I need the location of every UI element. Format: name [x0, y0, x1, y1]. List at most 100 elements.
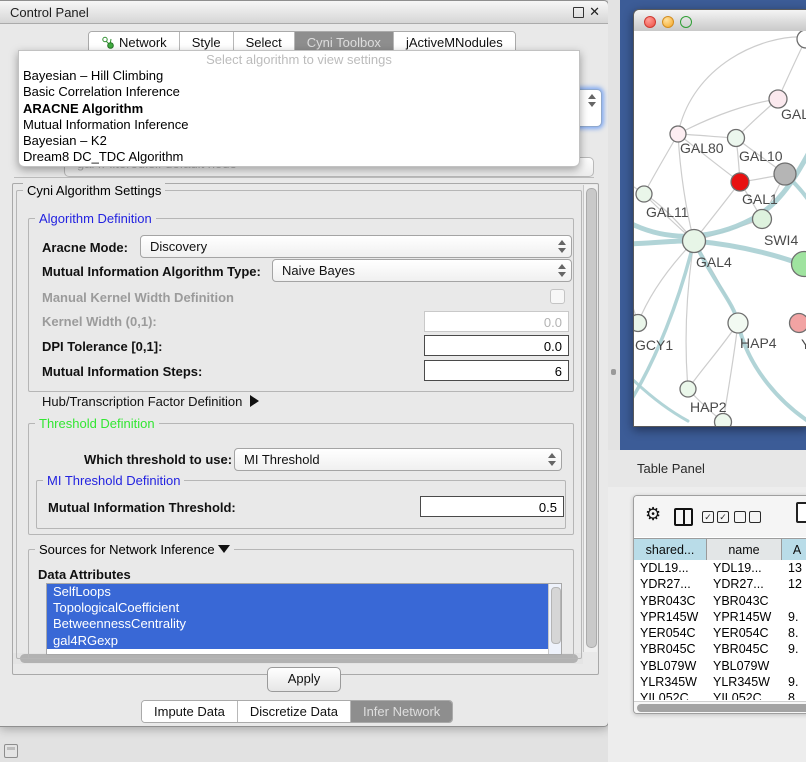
close-icon[interactable]: ✕ — [589, 4, 600, 20]
network-node[interactable] — [636, 186, 652, 202]
network-window-titlebar[interactable] — [634, 10, 806, 32]
mi-threshold-input[interactable]: 0.5 — [420, 496, 564, 517]
tab-label: Cyni Toolbox — [307, 35, 381, 50]
algorithm-option-bayesian-k2[interactable]: Bayesian – K2 — [19, 133, 579, 149]
network-graph[interactable]: GALGAL80GAL10GAL1GAL11SWI4GAL4GCY1HAP4YH… — [634, 31, 806, 426]
gear-icon[interactable]: ⚙ — [645, 504, 661, 525]
which-threshold-combo[interactable]: MI Threshold — [234, 448, 562, 471]
network-node[interactable] — [792, 252, 806, 277]
unchecked-columns-icon[interactable] — [734, 511, 761, 523]
data-attributes-label: Data Attributes — [38, 567, 131, 582]
table-panel-title: Table Panel — [637, 461, 705, 476]
control-panel-titlebar[interactable]: Control Panel ✕ — [0, 1, 608, 24]
checked-columns-icon[interactable]: ✓✓ — [702, 511, 729, 523]
vertical-scrollbar[interactable] — [583, 185, 597, 652]
table-toolbar: ⚙ ✓✓ — [634, 496, 806, 537]
network-view-window[interactable]: GALGAL80GAL10GAL1GAL11SWI4GAL4GCY1HAP4YH… — [633, 9, 806, 427]
minimized-panel-icon[interactable] — [4, 744, 18, 758]
mi-steps-input[interactable]: 6 — [424, 360, 569, 381]
algorithm-option-mutual-information-inference[interactable]: Mutual Information Inference — [19, 117, 579, 133]
page-icon[interactable] — [796, 502, 806, 523]
network-node[interactable] — [683, 230, 706, 253]
network-node[interactable] — [797, 31, 806, 48]
table-horizontal-scrollbar[interactable] — [634, 701, 806, 713]
which-threshold-label: Which threshold to use: — [84, 452, 232, 467]
column-header-name[interactable]: name — [707, 539, 782, 560]
table-row[interactable]: YBL079WYBL079W — [634, 658, 806, 674]
mi-algorithm-type-combo[interactable]: Naive Bayes — [272, 259, 572, 282]
network-node[interactable] — [774, 163, 796, 185]
divider-handle[interactable] — [611, 369, 616, 375]
column-header-shared[interactable]: shared... — [634, 539, 707, 560]
table-cell: YBL079W — [634, 658, 707, 674]
network-edge[interactable] — [678, 99, 778, 134]
algorithm-option-basic-correlation-inference[interactable]: Basic Correlation Inference — [19, 84, 579, 100]
table-cell: YER054C — [634, 625, 707, 641]
kernel-width-input[interactable]: 0.0 — [424, 311, 569, 332]
node-label-gal10: GAL10 — [739, 148, 783, 164]
table-row[interactable]: YER054CYER054C8. — [634, 625, 806, 641]
hub-definition-toggle[interactable]: Hub/Transcription Factor Definition — [42, 394, 259, 409]
table-row[interactable]: YBR045CYBR045C9. — [634, 641, 806, 657]
network-node[interactable] — [680, 381, 696, 397]
network-edge[interactable] — [644, 134, 678, 194]
attribute-item-gal4rgexp[interactable]: gal4RGexp — [47, 633, 561, 649]
table-row[interactable]: YIL052CYIL052C8. — [634, 690, 806, 700]
bottom-tab-discretize-data[interactable]: Discretize Data — [238, 701, 351, 722]
network-node[interactable] — [731, 173, 749, 191]
bottom-tab-infer-network[interactable]: Infer Network — [351, 701, 452, 722]
tab-label: jActiveMNodules — [406, 35, 503, 50]
float-window-icon[interactable] — [573, 7, 584, 18]
table-row[interactable]: YDL19...YDL19...13 — [634, 560, 806, 576]
network-node[interactable] — [790, 314, 806, 333]
table-row[interactable]: YPR145WYPR145W9. — [634, 609, 806, 625]
table-row[interactable]: YDR27...YDR27...12 — [634, 576, 806, 592]
tab-label: Select — [246, 35, 282, 50]
network-node[interactable] — [715, 414, 732, 427]
algorithm-dropdown-popup: Select algorithm to view settings Bayesi… — [18, 50, 580, 167]
attribute-item-betweennesscentrality[interactable]: BetweennessCentrality — [47, 616, 561, 632]
table-cell: 8. — [782, 625, 806, 641]
attribute-item-selfloops[interactable]: SelfLoops — [47, 584, 561, 600]
node-label-gal4: GAL4 — [696, 254, 732, 270]
network-node[interactable] — [728, 130, 745, 147]
mi-threshold-label: Mutual Information Threshold: — [48, 500, 236, 515]
table-row[interactable]: YLR345WYLR345W9. — [634, 674, 806, 690]
algorithm-option-dream8-dc-tdc-algorithm[interactable]: Dream8 DC_TDC Algorithm — [19, 149, 579, 165]
network-node[interactable] — [753, 210, 772, 229]
bottom-tab-impute-data[interactable]: Impute Data — [142, 701, 238, 722]
network-edge[interactable] — [638, 241, 694, 323]
stepper-arrows-icon — [547, 453, 556, 466]
network-icon — [101, 36, 114, 49]
table-cell: YDR27... — [707, 576, 782, 592]
list-scrollbar[interactable] — [548, 584, 561, 654]
column-header-a[interactable]: A — [782, 539, 806, 560]
network-node[interactable] — [728, 313, 748, 333]
table-cell: YDL19... — [707, 560, 782, 576]
expand-arrow-icon — [218, 545, 230, 553]
manual-kernel-label: Manual Kernel Width Definition — [42, 290, 234, 305]
stepper-arrows-icon — [557, 240, 566, 253]
algorithm-option-bayesian-hill-climbing[interactable]: Bayesian – Hill Climbing — [19, 68, 579, 84]
aracne-mode-label: Aracne Mode: — [42, 240, 128, 255]
table-cell: YBR043C — [634, 593, 707, 609]
aracne-mode-combo[interactable]: Discovery — [140, 235, 572, 258]
apply-button[interactable]: Apply — [267, 667, 341, 692]
table-row[interactable]: YBR043CYBR043C — [634, 593, 806, 609]
dpi-tolerance-input[interactable]: 0.0 — [424, 335, 569, 356]
data-attributes-list[interactable]: SelfLoopsTopologicalCoefficientBetweenne… — [46, 583, 562, 655]
cyni-algorithm-settings-title: Cyni Algorithm Settings — [23, 183, 165, 198]
mac-minimize-icon[interactable] — [662, 16, 674, 28]
manual-kernel-checkbox[interactable] — [550, 289, 565, 304]
sources-group-title[interactable]: Sources for Network Inference — [35, 542, 234, 557]
attribute-item-topologicalcoefficient[interactable]: TopologicalCoefficient — [47, 600, 561, 616]
network-node[interactable] — [634, 315, 647, 332]
table-cell — [782, 658, 806, 674]
mac-zoom-icon[interactable] — [680, 16, 692, 28]
tab-label: Infer Network — [363, 704, 440, 719]
mac-close-icon[interactable] — [644, 16, 656, 28]
split-columns-icon[interactable] — [674, 508, 693, 526]
network-canvas[interactable]: GALGAL80GAL10GAL1GAL11SWI4GAL4GCY1HAP4YH… — [634, 31, 806, 426]
algorithm-option-aracne-algorithm[interactable]: ARACNE Algorithm — [19, 101, 579, 117]
table-header-row: shared...nameA — [634, 538, 806, 561]
